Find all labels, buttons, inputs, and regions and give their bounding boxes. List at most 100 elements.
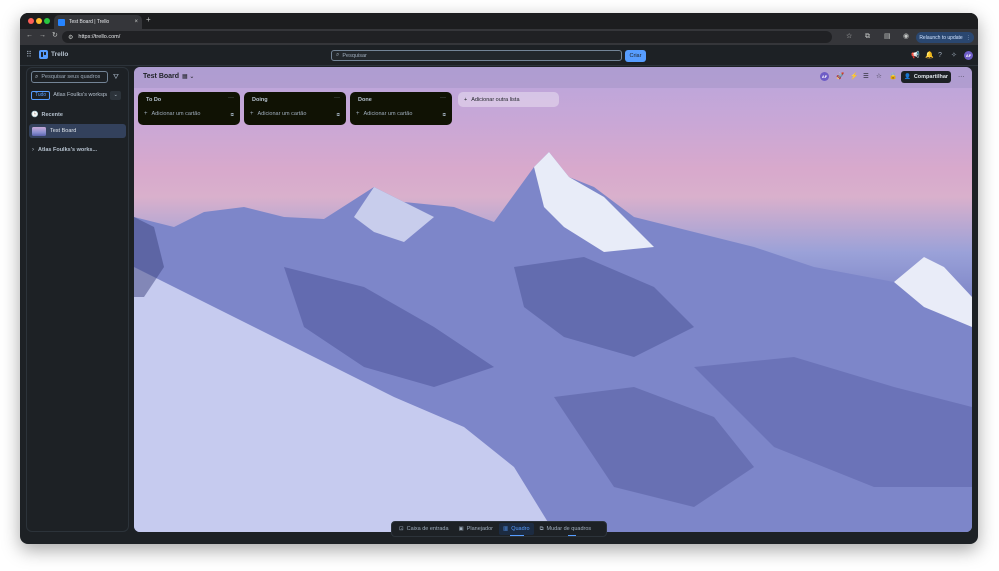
board-icon: ▥ <box>503 526 509 532</box>
search-icon: ⌕ <box>35 73 39 80</box>
clock-icon: 🕒 <box>31 112 39 118</box>
board-search-placeholder: Pesquisar seus quadros <box>41 74 101 80</box>
app-switcher-icon[interactable]: ⠿ <box>26 51 32 59</box>
new-tab-button[interactable]: + <box>146 16 151 24</box>
switch-boards-icon: ⧉ <box>539 525 544 532</box>
site-settings-icon[interactable]: ⚙ <box>68 34 73 41</box>
chevron-right-icon: › <box>32 147 34 153</box>
forward-arrow-icon[interactable]: → <box>39 32 46 39</box>
share-button[interactable]: 👤 Compartilhar <box>901 71 951 83</box>
back-arrow-icon[interactable]: ← <box>26 32 33 39</box>
relaunch-label: Relaunch to update <box>919 34 963 41</box>
help-icon[interactable]: ? <box>938 52 942 59</box>
share-label: Compartilhar <box>913 74 949 80</box>
account-avatar[interactable]: AF <box>964 51 973 60</box>
automation-icon[interactable]: ⚡ <box>850 73 858 81</box>
extensions-icon[interactable]: ⧉ <box>865 33 870 40</box>
sidebar-item-test-board[interactable]: Test Board <box>29 124 126 138</box>
trello-logo[interactable]: Trello <box>39 50 68 59</box>
recent-label: Recente <box>41 111 63 118</box>
reload-icon[interactable]: ↻ <box>52 32 58 39</box>
plus-icon: + <box>356 111 360 117</box>
list-to-do: To Do ··· + Adicionar um cartão ⧈ <box>138 92 240 125</box>
board-view-switcher-icon[interactable]: ▦ ⌄ <box>182 74 194 80</box>
more-vertical-icon: ⋮ <box>965 34 971 41</box>
add-card-label: Adicionar um cartão <box>363 111 413 117</box>
notifications-bell-icon[interactable]: 🔔 <box>925 52 934 59</box>
bottom-nav-label: Caixa de entrada <box>406 526 449 532</box>
list-doing: Doing ··· + Adicionar um cartão ⧈ <box>244 92 346 125</box>
filter-all-chip[interactable]: Tudo <box>31 90 51 100</box>
bookmark-star-icon[interactable]: ☆ <box>846 33 852 40</box>
list-title[interactable]: Doing <box>252 97 268 103</box>
card-template-icon[interactable]: ⧈ <box>231 112 235 119</box>
bottom-nav-planner[interactable]: ▣ Planejador <box>455 523 498 535</box>
add-card-button[interactable]: + Adicionar um cartão <box>144 111 200 117</box>
tab-close-icon[interactable]: × <box>134 19 138 25</box>
bottom-nav-bar: ⊡ Caixa de entrada ▣ Planejador ▥ Quadro… <box>391 521 607 537</box>
create-button[interactable]: Criar <box>625 50 646 62</box>
list-done: Done ··· + Adicionar um cartão ⧈ <box>350 92 452 125</box>
add-list-button[interactable]: + Adicionar outra lista <box>458 92 559 107</box>
sidebar: ⌕ Pesquisar seus quadros ⛛ Tudo Atlas Fo… <box>26 67 129 532</box>
address-bar[interactable]: ⚙ https://trello.com/ <box>62 31 832 43</box>
trello-header: ⠿ Trello ⌕ Pesquisar Criar 📢 🔔 ? ✧ AF <box>20 45 978 66</box>
theme-icon[interactable]: ✧ <box>951 52 957 59</box>
add-card-button[interactable]: + Adicionar um cartão <box>250 111 306 117</box>
minimize-window-button[interactable] <box>36 18 42 24</box>
profile-icon[interactable]: ◉ <box>903 33 909 40</box>
list-menu-icon[interactable]: ··· <box>334 95 340 101</box>
list-title[interactable]: To Do <box>146 97 161 103</box>
filter-icon[interactable]: ☰ <box>863 73 869 81</box>
browser-tab-bar: Test Board | Trello × + <box>20 13 978 29</box>
browser-tab[interactable]: Test Board | Trello × <box>54 15 142 29</box>
list-menu-icon[interactable]: ··· <box>440 95 446 101</box>
board-member-avatar[interactable]: AF <box>820 72 829 81</box>
list-menu-icon[interactable]: ··· <box>228 95 234 101</box>
side-panel-icon[interactable]: ▤ <box>884 33 891 40</box>
recent-section-header: 🕒 Recente <box>31 111 63 119</box>
star-icon[interactable]: ☆ <box>876 73 882 81</box>
board-header: Test Board ▦ ⌄ AF 🚀 ⚡ ☰ ☆ 🔒 👤 Compartilh… <box>134 67 972 88</box>
search-placeholder: Pesquisar <box>342 52 367 59</box>
relaunch-button[interactable]: Relaunch to update ⋮ <box>916 32 974 43</box>
bottom-nav-label: Quadro <box>511 526 530 532</box>
card-template-icon[interactable]: ⧈ <box>337 112 341 119</box>
inbox-icon: ⊡ <box>399 526 404 532</box>
list-title[interactable]: Done <box>358 97 372 103</box>
tab-title: Test Board | Trello <box>69 19 110 25</box>
chevron-down-icon[interactable]: ⌄ <box>110 90 122 100</box>
add-card-label: Adicionar um cartão <box>257 111 307 117</box>
workspace-tree-item[interactable]: › Atlas Foulks's works... <box>32 147 97 153</box>
workspace-tree-label: Atlas Foulks's works... <box>38 147 98 153</box>
active-tab-indicator <box>510 534 524 536</box>
megaphone-icon[interactable]: 📢 <box>911 52 920 59</box>
bottom-nav-label: Planejador <box>466 526 493 532</box>
bottom-nav-board[interactable]: ▥ Quadro <box>499 523 534 535</box>
board-menu-icon[interactable]: ··· <box>958 73 965 81</box>
visibility-lock-icon[interactable]: 🔒 <box>889 73 897 81</box>
board-search-input[interactable]: ⌕ Pesquisar seus quadros <box>31 71 108 83</box>
bottom-nav-inbox[interactable]: ⊡ Caixa de entrada <box>395 523 453 535</box>
add-card-button[interactable]: + Adicionar um cartão <box>356 111 412 117</box>
global-search-input[interactable]: ⌕ Pesquisar <box>331 50 622 61</box>
maximize-window-button[interactable] <box>44 18 50 24</box>
search-icon: ⌕ <box>336 52 340 58</box>
sidebar-board-label: Test Board <box>50 128 77 134</box>
power-ups-icon[interactable]: 🚀 <box>836 73 844 81</box>
bottom-nav-switch-boards[interactable]: ⧉ Mudar de quadros <box>536 523 596 535</box>
board-thumbnail <box>32 126 46 136</box>
plus-icon: + <box>144 111 148 117</box>
board-title[interactable]: Test Board <box>143 73 179 80</box>
browser-toolbar: ← → ↻ ⚙ https://trello.com/ ☆ ⧉ ▤ ◉ Rela… <box>20 29 978 45</box>
plus-icon: + <box>250 111 254 117</box>
bottom-nav-label: Mudar de quadros <box>546 526 592 532</box>
calendar-icon: ▣ <box>458 526 464 532</box>
close-window-button[interactable] <box>28 18 34 24</box>
plus-icon: + <box>464 96 468 103</box>
card-template-icon[interactable]: ⧈ <box>443 112 447 119</box>
add-person-icon: 👤 <box>903 74 911 80</box>
filter-icon[interactable]: ⛛ <box>113 74 119 81</box>
workspace-name[interactable]: Atlas Foulks's workspace <box>53 92 107 98</box>
logo-text: Trello <box>51 51 69 58</box>
